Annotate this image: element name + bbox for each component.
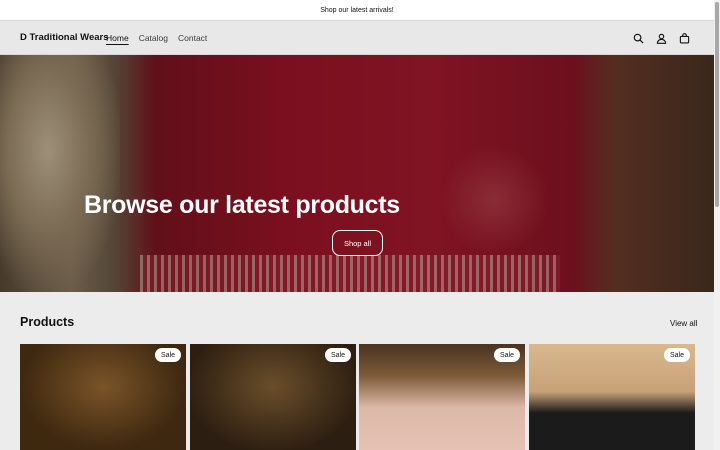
product-card[interactable]: Sale bbox=[529, 344, 695, 450]
page-scrollbar[interactable] bbox=[714, 0, 720, 450]
header-icons bbox=[633, 31, 690, 44]
announcement-text: Shop our latest arrivals! bbox=[320, 6, 394, 14]
sale-badge: Sale bbox=[324, 348, 351, 362]
view-all-link[interactable]: View all bbox=[670, 319, 697, 328]
cart-icon[interactable] bbox=[679, 31, 690, 44]
nav-contact[interactable]: Contact bbox=[178, 33, 207, 43]
nav-home[interactable]: Home bbox=[106, 33, 129, 43]
site-header: D Traditional Wears Home Catalog Contact bbox=[0, 20, 714, 55]
main-nav: Home Catalog Contact bbox=[106, 33, 207, 43]
products-heading: Products bbox=[20, 315, 75, 329]
product-card[interactable]: Sale bbox=[190, 344, 356, 450]
store-logo[interactable]: D Traditional Wears bbox=[20, 32, 109, 43]
hero-banner bbox=[0, 55, 714, 292]
product-card[interactable]: Sale bbox=[20, 344, 186, 450]
sale-badge: Sale bbox=[493, 348, 520, 362]
announcement-bar: Shop our latest arrivals! bbox=[0, 0, 714, 20]
sale-badge: Sale bbox=[663, 348, 690, 362]
hero-title: Browse our latest products bbox=[84, 191, 400, 219]
sale-badge: Sale bbox=[154, 348, 181, 362]
shop-all-button[interactable]: Shop all bbox=[332, 230, 383, 256]
products-section: Products View all Sale Sale Sale Sale bbox=[0, 292, 714, 450]
product-card[interactable]: Sale bbox=[359, 344, 525, 450]
scrollbar-thumb[interactable] bbox=[715, 2, 719, 207]
nav-catalog[interactable]: Catalog bbox=[139, 33, 168, 43]
search-icon[interactable] bbox=[633, 31, 644, 44]
account-icon[interactable] bbox=[656, 31, 667, 44]
